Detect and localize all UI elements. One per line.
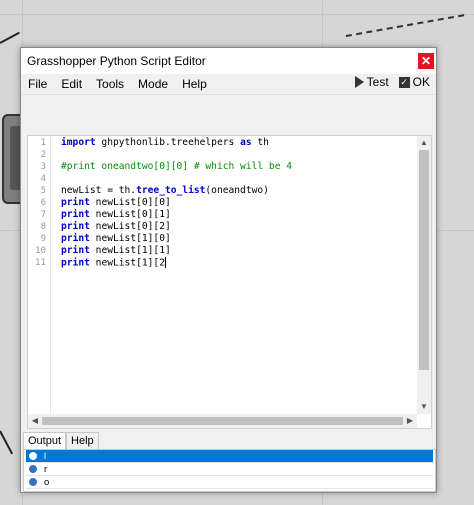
code-line: print newList[0][1]: [61, 209, 171, 220]
line-number: 8: [40, 222, 46, 232]
output-row[interactable]: o: [26, 476, 433, 489]
code-text: newList[1][1]: [89, 245, 171, 256]
vertical-scrollbar[interactable]: ▲ ▼: [417, 136, 431, 414]
code-keyword: print: [61, 221, 90, 232]
code-keyword: print: [61, 257, 90, 269]
line-number: 4: [40, 174, 46, 184]
code-line: print newList[1][2: [61, 257, 166, 269]
line-number: 7: [40, 210, 46, 220]
code-function: tree_to_list: [136, 185, 206, 196]
line-number: 10: [35, 246, 46, 256]
menu-tools[interactable]: Tools: [89, 77, 131, 91]
menu-edit[interactable]: Edit: [54, 77, 89, 91]
output-tabs: Output Help: [23, 432, 99, 451]
output-message-icon: [28, 464, 38, 474]
test-label: Test: [366, 75, 389, 89]
menu-file[interactable]: File: [21, 77, 54, 91]
code-line: print newList[1][0]: [61, 233, 171, 244]
scroll-right-icon[interactable]: ▶: [403, 414, 417, 428]
code-text: newList = th.: [61, 185, 137, 196]
code-text: newList[0][1]: [89, 209, 171, 220]
menu-help[interactable]: Help: [175, 77, 214, 91]
code-comment: #print oneandtwo[0][0] # which will be 4: [61, 161, 293, 172]
code-line: newList = th.tree_to_list(oneandtwo): [61, 185, 269, 196]
output-message-icon: [28, 451, 38, 461]
output-text: l: [44, 450, 47, 462]
scroll-down-icon[interactable]: ▼: [417, 400, 431, 414]
close-icon[interactable]: ✕: [418, 53, 434, 69]
line-number: 11: [35, 258, 46, 268]
window-title: Grasshopper Python Script Editor: [27, 54, 206, 68]
code-line: print newList[0][0]: [61, 197, 171, 208]
output-row[interactable]: r: [26, 463, 433, 476]
output-panel[interactable]: l r o lro: [23, 449, 436, 492]
output-row[interactable]: l: [26, 450, 433, 463]
title-bar[interactable]: Grasshopper Python Script Editor ✕: [21, 48, 436, 74]
script-editor-window: Grasshopper Python Script Editor ✕ File …: [20, 47, 437, 493]
output-text: r: [44, 463, 48, 475]
line-number: 3: [40, 162, 46, 172]
tab-help[interactable]: Help: [66, 432, 99, 450]
code-text: ghpythonlib.treehelpers: [95, 137, 241, 148]
output-row[interactable]: l: [26, 489, 433, 492]
line-number: 2: [40, 150, 46, 160]
output-text: l: [44, 490, 46, 492]
output-message-icon: [28, 490, 38, 491]
checkmark-icon: ✓: [398, 76, 410, 88]
wire: [345, 14, 465, 38]
code-text: th: [251, 137, 269, 148]
text-cursor: [164, 257, 166, 268]
horizontal-scroll-thumb[interactable]: [42, 417, 403, 425]
code-text: (oneandtwo): [205, 185, 269, 196]
line-number: 1: [40, 138, 46, 148]
code-line: print newList[1][1]: [61, 245, 171, 256]
code-line: import ghpythonlib.treehelpers as th: [61, 137, 269, 148]
code-editor[interactable]: 1 2 3 4 5 6 7 8 9 10 11 import ghpythonl…: [27, 135, 432, 429]
ok-button[interactable]: ✓ OK: [398, 75, 430, 89]
ok-label: OK: [412, 75, 430, 89]
scroll-up-icon[interactable]: ▲: [417, 136, 431, 150]
test-button[interactable]: Test: [354, 75, 389, 89]
code-keyword: as: [240, 137, 252, 148]
line-number-gutter: 1 2 3 4 5 6 7 8 9 10 11: [28, 136, 51, 428]
wire: [0, 430, 14, 455]
code-text: newList[0][0]: [89, 197, 171, 208]
code-keyword: print: [61, 245, 90, 256]
horizontal-scrollbar[interactable]: ◀ ▶: [28, 414, 417, 428]
line-number: 5: [40, 186, 46, 196]
code-keyword: print: [61, 209, 90, 220]
vertical-scroll-thumb[interactable]: [419, 150, 429, 370]
play-icon: [354, 76, 364, 88]
menu-mode[interactable]: Mode: [131, 77, 175, 91]
line-number: 9: [40, 234, 46, 244]
output-message-icon: [28, 477, 38, 487]
code-text: newList[1][0]: [89, 233, 171, 244]
scroll-left-icon[interactable]: ◀: [28, 414, 42, 428]
code-text: newList[0][2]: [89, 221, 171, 232]
code-line: print newList[0][2]: [61, 221, 171, 232]
code-line: #print oneandtwo[0][0] # which will be 4: [61, 161, 292, 172]
wire: [0, 31, 20, 44]
code-keyword: print: [61, 197, 90, 208]
output-text: o: [44, 476, 50, 488]
menu-bar: File Edit Tools Mode Help Test ✓ OK: [21, 74, 436, 95]
code-keyword: import: [61, 137, 96, 148]
code-keyword: print: [61, 233, 90, 244]
code-text: newList[1][2: [89, 257, 165, 269]
grid-line: [0, 14, 474, 15]
line-number: 6: [40, 198, 46, 208]
